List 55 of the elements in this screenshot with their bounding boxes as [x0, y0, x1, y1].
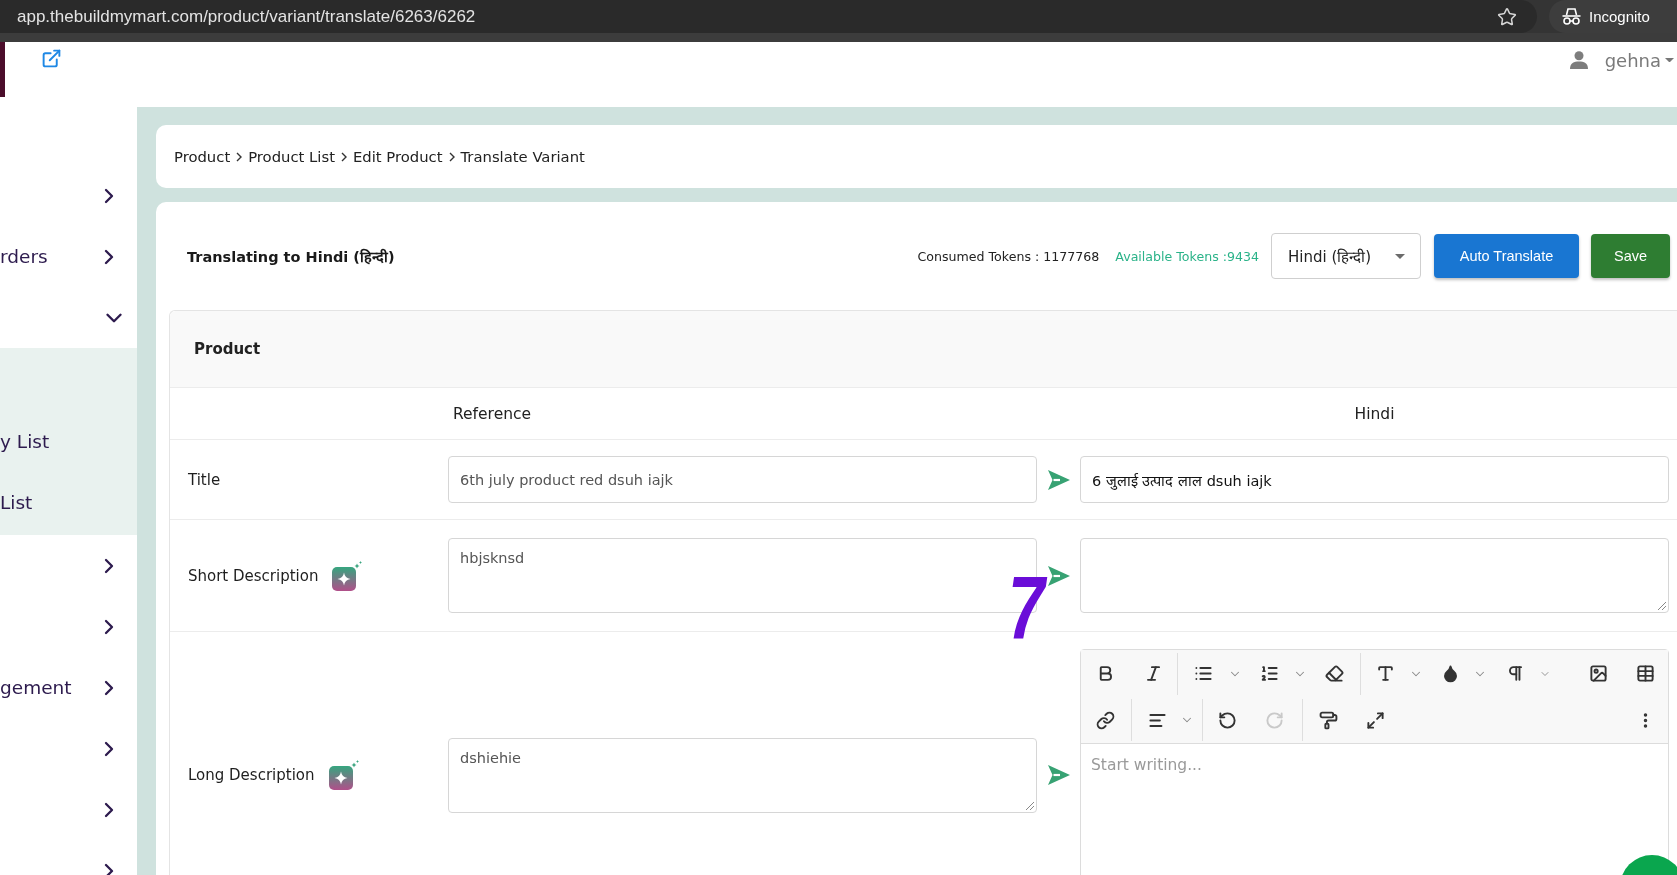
sidebar-item[interactable]: gement [0, 677, 72, 698]
eraser-icon[interactable] [1324, 664, 1344, 683]
fullscreen-icon[interactable] [1365, 710, 1385, 730]
numbered-list-icon[interactable] [1259, 664, 1279, 683]
sparkle-icon[interactable] [328, 760, 359, 790]
submenu-item[interactable]: List [0, 492, 33, 513]
profile-pill[interactable]: Incognito [1549, 0, 1677, 33]
chevron-right-icon [236, 151, 243, 162]
floating-action-button[interactable] [1620, 855, 1677, 875]
user-icon [1569, 51, 1588, 69]
submenu-item[interactable]: y List [0, 431, 50, 452]
table-icon[interactable] [1635, 664, 1655, 683]
reference-input[interactable]: 6th july product red dsuh iajk [448, 456, 1037, 503]
column-header: Hindi [1354, 404, 1395, 423]
chevron-right-icon [340, 151, 347, 162]
auto-translate-button[interactable]: Auto Translate [1434, 234, 1579, 278]
image-icon[interactable] [1588, 664, 1608, 683]
incognito-icon [1562, 8, 1581, 25]
chevron-right-icon [448, 151, 455, 162]
field-label: Short Description [188, 566, 319, 585]
sidebar-item[interactable]: rders [0, 246, 48, 267]
breadcrumb-link[interactable]: Product List [248, 148, 335, 165]
breadcrumb-link[interactable]: Edit Product [352, 148, 443, 165]
language-select[interactable]: Hindi (हिन्दी) [1271, 233, 1421, 279]
letter-t-icon[interactable] [1375, 664, 1395, 683]
sparkle-icon[interactable] [332, 560, 363, 591]
link-icon[interactable] [1095, 710, 1115, 730]
rich-text-editor[interactable]: Start writing... [1080, 649, 1669, 875]
send-icon[interactable] [1047, 765, 1070, 785]
star-icon[interactable] [1497, 6, 1517, 27]
address-bar[interactable]: app.thebuildmymart.com/product/variant/translate/6263/6262 [0, 0, 1537, 33]
undo-icon[interactable] [1217, 710, 1237, 730]
page-title: Translating to Hindi (हिन्दी) [187, 247, 395, 266]
column-header: Reference [452, 404, 532, 423]
breadcrumb-link[interactable]: Translate Variant [460, 148, 585, 165]
send-icon[interactable] [1047, 565, 1070, 586]
field-label: Long Description [188, 766, 315, 784]
resize-handle-icon[interactable] [1026, 801, 1034, 810]
field-label: Title [188, 470, 221, 489]
available-tokens: Available Tokens :9434 [1115, 248, 1259, 264]
section-title: Product [194, 340, 261, 358]
breadcrumb-link[interactable]: Product [174, 148, 231, 165]
caret-icon[interactable] [1395, 253, 1405, 259]
send-icon[interactable] [1047, 469, 1070, 490]
paint-roller-icon[interactable] [1318, 710, 1338, 730]
bulleted-list-icon[interactable] [1193, 664, 1213, 683]
external-link-icon[interactable] [41, 48, 62, 69]
consumed-tokens: Consumed Tokens : 1177768 [917, 248, 1100, 264]
caret-icon[interactable] [1665, 57, 1674, 63]
translation-input[interactable]: 6 जुलाई उत्पाद लाल dsuh iajk [1080, 456, 1669, 503]
save-button[interactable]: Save [1591, 234, 1670, 278]
user-name[interactable]: gehna [1604, 49, 1661, 71]
resize-handle-icon[interactable] [1658, 602, 1666, 610]
logo-block [0, 42, 5, 97]
reference-textarea[interactable]: dshiehie [448, 737, 1037, 813]
